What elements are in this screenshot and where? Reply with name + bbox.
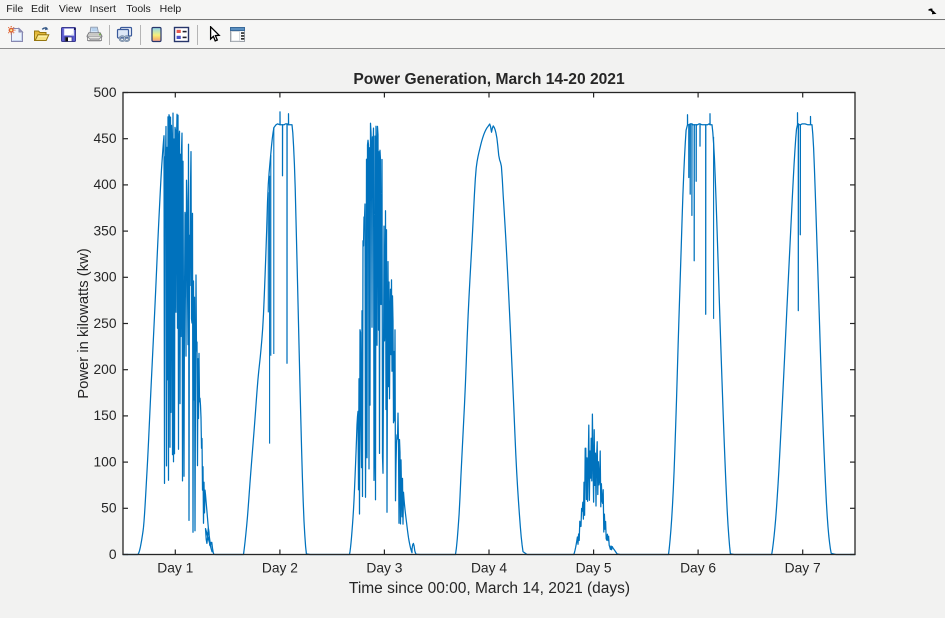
svg-text:350: 350 xyxy=(93,223,116,238)
svg-text:Day 4: Day 4 xyxy=(471,560,507,575)
svg-text:0: 0 xyxy=(109,547,117,562)
svg-text:50: 50 xyxy=(101,501,117,516)
svg-text:500: 500 xyxy=(93,85,116,100)
svg-text:Day 3: Day 3 xyxy=(366,560,402,575)
svg-text:Day 7: Day 7 xyxy=(785,560,821,575)
svg-text:200: 200 xyxy=(93,362,116,377)
svg-text:300: 300 xyxy=(93,270,116,285)
svg-text:Day 2: Day 2 xyxy=(262,560,298,575)
svg-text:Power in kilowatts (kw): Power in kilowatts (kw) xyxy=(76,248,92,399)
svg-text:Day 6: Day 6 xyxy=(680,560,716,575)
svg-text:450: 450 xyxy=(93,131,116,146)
svg-text:Power Generation, March 14-20: Power Generation, March 14-20 2021 xyxy=(353,71,625,88)
svg-text:150: 150 xyxy=(93,408,116,423)
svg-text:Time since 00:00, March 14, 20: Time since 00:00, March 14, 2021 (days) xyxy=(349,580,630,597)
svg-text:Day 1: Day 1 xyxy=(157,560,193,575)
svg-text:250: 250 xyxy=(93,316,116,331)
svg-text:100: 100 xyxy=(93,454,116,469)
svg-text:400: 400 xyxy=(93,177,116,192)
svg-text:Day 5: Day 5 xyxy=(576,560,612,575)
